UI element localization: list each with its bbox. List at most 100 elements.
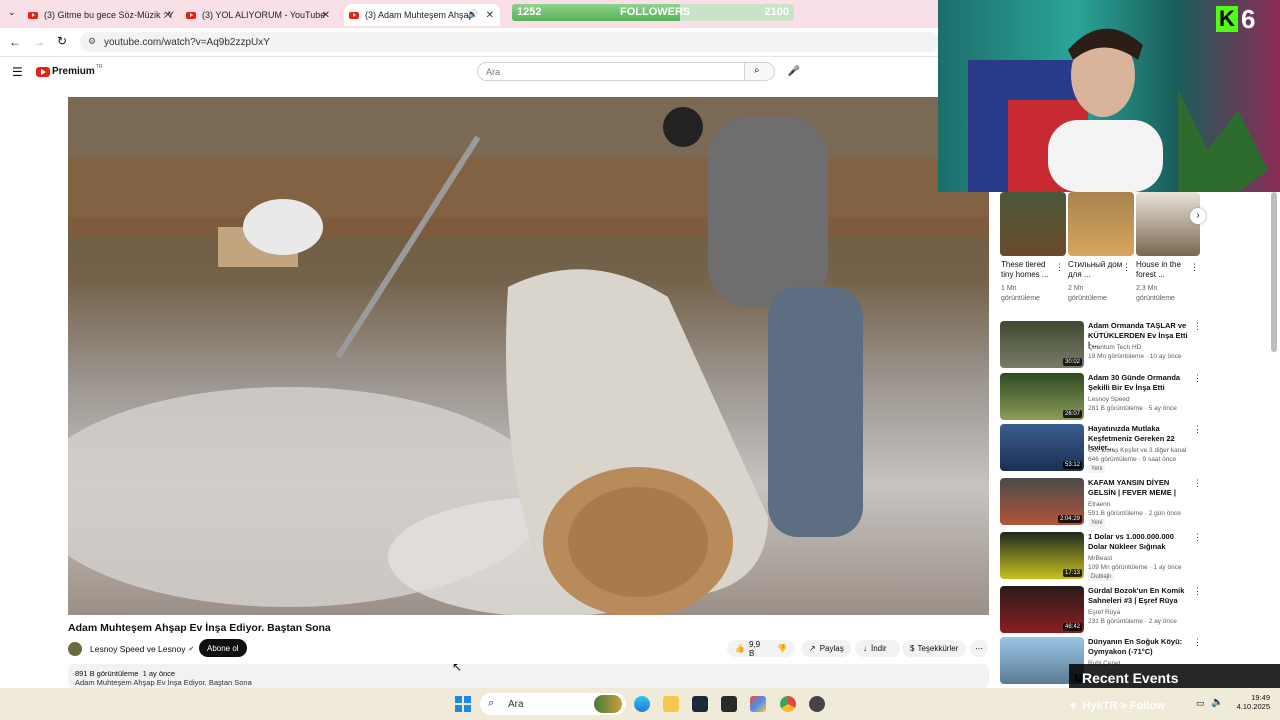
edge-icon[interactable] [634, 696, 650, 712]
shelf-thumb-1[interactable] [1000, 192, 1066, 256]
app-icon[interactable] [750, 696, 766, 712]
shelf-thumb-2[interactable] [1068, 192, 1134, 256]
rec-more-icon[interactable]: ⋮ [1193, 532, 1202, 543]
shelf-thumb-3[interactable] [1136, 192, 1200, 256]
tab-close-icon[interactable]: ✕ [486, 10, 494, 21]
epic-games-icon[interactable] [721, 696, 737, 712]
clock-date: 4.10.2025 [1236, 702, 1270, 711]
recommendation-item[interactable]: 30:02 Adam Ormanda TAŞLAR ve KÜTÜKLERDEN… [1000, 321, 1202, 371]
site-info-icon[interactable]: ⚙ [88, 36, 96, 47]
rec-duration: 48:42 [1062, 623, 1082, 631]
tab-1-label: (3) Gitme bu gece Söz-Müzik : Y [44, 10, 174, 20]
description-box[interactable]: 891 B görüntüleme 1 ay önce Adam Muhteşe… [68, 664, 989, 688]
followers-goal: 2100 [764, 6, 789, 18]
search-button[interactable]: ⌕ [745, 62, 775, 81]
address-bar[interactable]: ⚙ youtube.com/watch?v=Aq9b2zzpUxY [80, 32, 940, 52]
steam-icon[interactable] [692, 696, 708, 712]
shelf-title-1[interactable]: These tiered tiny homes ... [1001, 260, 1057, 280]
recommendation-item[interactable]: 53:12 Hayatınızda Mutlaka Keşfetmeniz Ge… [1000, 424, 1202, 474]
download-button[interactable]: ↓ İndir [855, 640, 900, 657]
shelf-next-icon[interactable]: › [1190, 208, 1206, 224]
video-title: Adam Muhteşem Ahşap Ev İnşa Ediyor. Başt… [68, 622, 331, 634]
brand-text: Premium [52, 66, 95, 77]
volume-icon[interactable]: 🔈 [1211, 697, 1223, 708]
recommendation-item[interactable]: 2:04:29 KAFAM YANSIN DİYEN GELSİN | FEVE… [1000, 478, 1202, 528]
rec-channel: Lesnoy Speed [1088, 396, 1130, 403]
recommendation-item[interactable]: 17:13 1 Dolar vs 1.000.000.000 Dolar Nük… [1000, 532, 1202, 582]
like-count[interactable]: 9,9 B [749, 640, 767, 658]
channel-avatar[interactable] [68, 642, 82, 656]
rec-meta: 591 B görüntüleme · 2 gün önce [1088, 510, 1181, 517]
shelf-more-icon[interactable]: ⋮ [1055, 262, 1064, 273]
thanks-label: Teşekkürler [917, 644, 959, 653]
followers-current: 1252 [517, 6, 542, 18]
rec-more-icon[interactable]: ⋮ [1193, 321, 1202, 332]
browser-tab-strip: ⌄ (3) Gitme bu gece Söz-Müzik : Y ✕ (3) … [0, 0, 940, 28]
tab-2-label: (3) YOL ALIYORUM - YouTube [202, 10, 326, 20]
rec-badge: Dublajlı [1088, 573, 1115, 581]
download-icon: ↓ [863, 644, 867, 653]
search-input[interactable]: Ara [477, 62, 745, 81]
tab-close-icon[interactable]: ✕ [164, 10, 172, 21]
shelf-meta-3: 2,3 Mn görüntüleme [1136, 285, 1175, 302]
channel-row: Lesnoy Speed ve Lesnoy ✔ [68, 640, 194, 658]
rec-badge: Yeni [1088, 519, 1106, 527]
rec-thumb: 2:04:29 [1000, 478, 1084, 525]
menu-icon[interactable]: ☰ [12, 65, 23, 79]
shelf-more-icon[interactable]: ⋮ [1190, 262, 1199, 273]
rec-title: Adam 30 Günde Ormanda Şekilli Bir Ev İnş… [1088, 373, 1181, 392]
more-actions-button[interactable]: ⋯ [970, 640, 988, 657]
recommendation-item[interactable]: 48:42 Gürdal Bozok'un En Komik Sahneleri… [1000, 586, 1202, 636]
rec-meta: 19 Mn görüntüleme · 10 ay önce [1088, 353, 1182, 360]
voice-search-icon[interactable]: 🎤 [785, 62, 803, 81]
windows-start-icon[interactable] [455, 696, 471, 712]
rec-thumb: 53:12 [1000, 424, 1084, 471]
rec-duration: 26:07 [1062, 410, 1082, 418]
rec-duration: 30:02 [1062, 358, 1082, 366]
shelf-title-3[interactable]: House in the forest ... [1136, 260, 1192, 280]
tab-3-active[interactable]: (3) Adam Muhteşem Ahşap 🔊 ✕ [344, 4, 500, 26]
obs-icon[interactable] [809, 696, 825, 712]
rec-channel: Gez Dolaş Keşfet ve 3 diğer kanal [1088, 447, 1187, 454]
follow-cta-text: HykTR > Follow [1082, 700, 1165, 712]
thanks-button[interactable]: $ Teşekkürler [902, 640, 966, 657]
rec-more-icon[interactable]: ⋮ [1193, 586, 1202, 597]
tab-2[interactable]: (3) YOL ALIYORUM - YouTube ✕ [186, 4, 336, 26]
subscribe-button[interactable]: Abone ol [199, 639, 247, 657]
shelf-more-icon[interactable]: ⋮ [1122, 262, 1131, 273]
rec-more-icon[interactable]: ⋮ [1193, 424, 1202, 435]
system-clock[interactable]: 19:49 4.10.2025 [1226, 693, 1270, 711]
reload-icon[interactable]: ↻ [57, 34, 67, 48]
rec-thumb: 17:13 [1000, 532, 1084, 579]
channel-name[interactable]: Lesnoy Speed ve Lesnoy [90, 644, 185, 654]
shelf-title-2[interactable]: Стильный дом для ... [1068, 260, 1124, 280]
rec-more-icon[interactable]: ⋮ [1193, 373, 1202, 384]
rec-more-icon[interactable]: ⋮ [1193, 637, 1202, 648]
tab-list-chevron-icon[interactable]: ⌄ [8, 7, 16, 18]
tab-1[interactable]: (3) Gitme bu gece Söz-Müzik : Y ✕ [28, 4, 178, 26]
description-text: Adam Muhteşem Ahşap Ev İnşa Ediyor. Başt… [75, 678, 252, 687]
back-icon[interactable]: ← [9, 35, 21, 49]
forward-icon[interactable]: → [33, 35, 45, 49]
taskbar-search[interactable]: ⌕ Ara [480, 693, 626, 715]
rec-meta: 281 B görüntüleme · 5 ay önce [1088, 405, 1177, 412]
followers-goal-bar: 1252 FOLLOWERS 2100 [512, 4, 794, 21]
upload-age: 1 ay önce [142, 669, 176, 678]
share-button[interactable]: ↗ Paylaş [801, 640, 851, 657]
rec-meta: 646 görüntüleme · 9 saat önce [1088, 456, 1177, 463]
dislike-icon[interactable]: 👎 [777, 644, 787, 653]
network-icon[interactable]: ▭ [1196, 698, 1205, 709]
page-scrollbar[interactable] [1271, 192, 1277, 352]
taskbar-search-label: Ara [508, 698, 524, 710]
search-highlight-icon [594, 695, 622, 713]
tab-close-icon[interactable]: ✕ [322, 10, 330, 21]
audio-playing-icon[interactable]: 🔊 [467, 9, 478, 20]
video-player[interactable] [68, 97, 989, 615]
rec-more-icon[interactable]: ⋮ [1193, 478, 1202, 489]
like-icon[interactable]: 👍 [735, 644, 745, 653]
file-explorer-icon[interactable] [663, 696, 679, 712]
chrome-icon[interactable] [780, 696, 796, 712]
like-dislike-group: 👍 9,9 B 👎 [727, 640, 795, 658]
youtube-premium-logo[interactable]: Premium TR [36, 64, 102, 77]
recommendation-item[interactable]: 26:07 Adam 30 Günde Ormanda Şekilli Bir … [1000, 373, 1202, 423]
